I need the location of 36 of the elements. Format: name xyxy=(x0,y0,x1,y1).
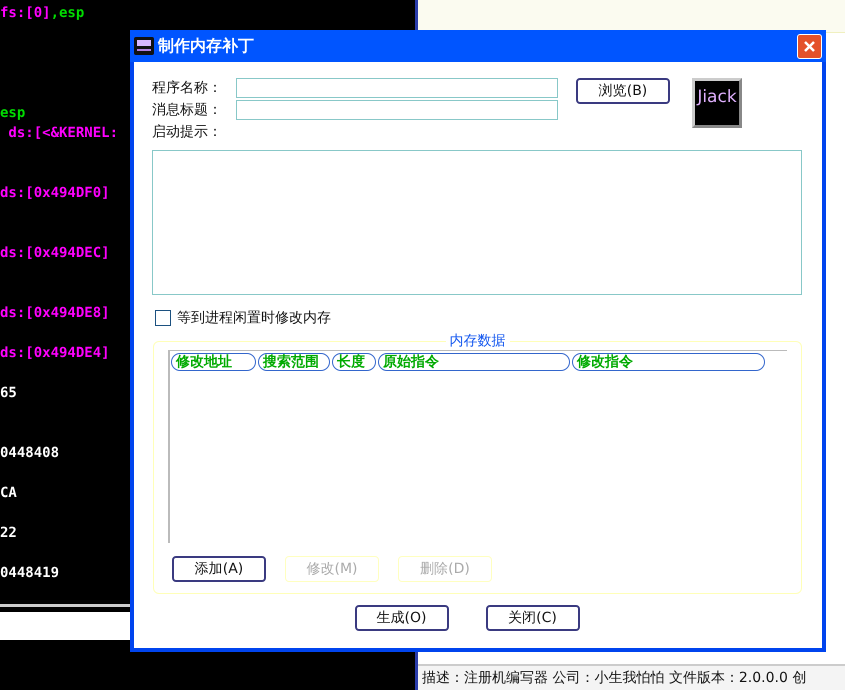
code-line: ds:[0x494DE4] xyxy=(0,344,110,363)
code-line: 22 xyxy=(0,524,17,543)
field-label: 消息标题： xyxy=(152,101,223,120)
column-header[interactable]: 修改指令 xyxy=(572,353,765,371)
code-line: 0448408 xyxy=(0,444,60,463)
column-header[interactable]: 修改地址 xyxy=(171,353,256,371)
group-title: 内存数据 xyxy=(448,332,506,350)
code-line: ds:[<&KERNEL: xyxy=(7,124,118,143)
code-line: ds:[0x494DEC] xyxy=(0,244,110,263)
status-bar: 描述：注册机编写器 公司：小生我怕怕 文件版本：2.0.0.0 创 xyxy=(418,664,845,690)
code-line: 0448419 xyxy=(0,564,60,583)
input-field[interactable] xyxy=(236,100,558,120)
app-icon xyxy=(134,37,154,55)
close-button[interactable] xyxy=(797,34,822,58)
field-label: 启动提示： xyxy=(152,123,223,142)
code-line: 65 xyxy=(0,384,17,403)
code-line: ds:[0x494DE8] xyxy=(0,304,110,323)
prompt-text-area[interactable] xyxy=(152,150,802,295)
code-line: CA xyxy=(0,484,17,503)
close-icon xyxy=(803,40,816,52)
code-line: esp xyxy=(0,104,26,123)
code-line: fs:[0],esp xyxy=(0,4,84,23)
footer-button[interactable]: 生成(O) xyxy=(354,605,448,631)
checkbox[interactable] xyxy=(155,310,171,326)
action-button[interactable]: 添加(A) xyxy=(172,556,266,582)
footer-button[interactable]: 关闭(C) xyxy=(486,605,580,631)
code-line: ds:[0x494DF0] xyxy=(0,184,110,203)
checkbox-label: 等到进程闲置时修改内存 xyxy=(177,309,331,328)
column-header[interactable]: 长度 xyxy=(332,353,376,371)
column-header[interactable]: 原始指令 xyxy=(378,353,570,371)
field-label: 程序名称： xyxy=(152,79,223,98)
column-header[interactable]: 搜索范围 xyxy=(258,353,330,371)
browse-button[interactable]: 浏览(B) xyxy=(576,78,670,104)
input-field[interactable] xyxy=(236,78,558,98)
logo: Jiack xyxy=(692,78,742,128)
window-title: 制作内存补丁 xyxy=(158,36,255,56)
